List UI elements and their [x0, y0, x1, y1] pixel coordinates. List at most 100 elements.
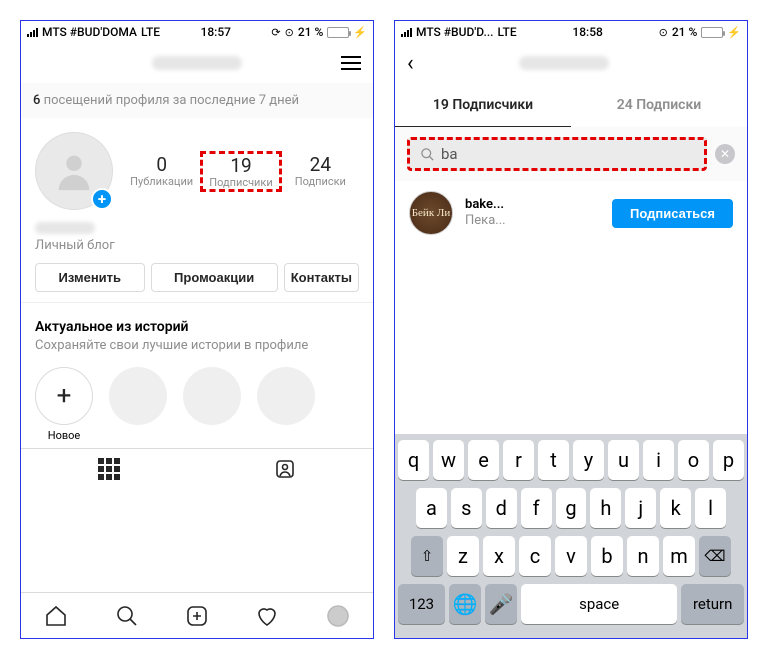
- search-input[interactable]: ba: [407, 137, 707, 171]
- tab-tagged[interactable]: [197, 449, 373, 488]
- profile-visits-strip[interactable]: 6 посещений профиля за последние 7 дней: [21, 83, 373, 118]
- nav-activity[interactable]: [232, 593, 302, 638]
- stat-posts[interactable]: 0 Публикации: [123, 151, 200, 192]
- profile-header: + 0 Публикации 19 Подписчики 24 Подписки: [21, 118, 373, 210]
- tab-grid[interactable]: [21, 449, 197, 488]
- follow-tabs: 19 Подписчики 24 Подписки: [395, 83, 747, 127]
- carrier-text: MTS #BUD'D...: [416, 25, 494, 39]
- battery-icon: [701, 27, 723, 38]
- nav-home[interactable]: [21, 593, 91, 638]
- nav-search[interactable]: [91, 593, 161, 638]
- key-r[interactable]: r: [503, 440, 534, 480]
- key-c[interactable]: c: [519, 536, 551, 576]
- search-icon: [420, 147, 435, 162]
- highlight-placeholder: [257, 367, 315, 425]
- profile-stats: 0 Публикации 19 Подписчики 24 Подписки: [123, 151, 359, 192]
- key-l[interactable]: l: [695, 488, 726, 528]
- add-post-icon: [185, 604, 209, 628]
- keyboard: q w e r t y u i o p a s d f g h j k l ⇧ …: [395, 434, 747, 638]
- display-name-blurred: [35, 222, 95, 234]
- alarm-icon: ⊙: [659, 26, 668, 39]
- person-icon: [51, 148, 97, 194]
- tab-following[interactable]: 24 Подписки: [571, 83, 747, 127]
- promotions-button[interactable]: Промоакции: [151, 263, 278, 292]
- key-numbers[interactable]: 123: [398, 584, 445, 624]
- key-globe[interactable]: 🌐: [449, 584, 481, 624]
- tagged-icon: [273, 457, 297, 481]
- heart-icon: [255, 604, 279, 628]
- phone-followers: MTS #BUD'D... LTE 18:58 ⊙ 21 % ⚡ ‹ 19 По…: [394, 20, 748, 639]
- key-o[interactable]: o: [678, 440, 709, 480]
- keyboard-row-2: a s d f g h j k l: [398, 488, 744, 528]
- key-e[interactable]: e: [468, 440, 499, 480]
- clear-search-button[interactable]: ✕: [715, 144, 735, 164]
- key-return[interactable]: return: [681, 584, 744, 624]
- signal-icon: [27, 27, 38, 37]
- back-button[interactable]: ‹: [407, 51, 414, 76]
- key-t[interactable]: t: [538, 440, 569, 480]
- key-n[interactable]: n: [627, 536, 659, 576]
- nav-bar: ‹: [395, 43, 747, 83]
- highlight-new-label: Новое: [35, 429, 93, 442]
- follower-fullname: Пека...: [465, 213, 600, 229]
- stat-following[interactable]: 24 Подписки: [282, 151, 359, 192]
- bottom-nav: [21, 592, 373, 638]
- highlight-placeholder: [183, 367, 241, 425]
- key-i[interactable]: i: [643, 440, 674, 480]
- key-p[interactable]: p: [713, 440, 744, 480]
- key-u[interactable]: u: [608, 440, 639, 480]
- key-mic[interactable]: 🎤: [485, 584, 517, 624]
- key-m[interactable]: m: [663, 536, 695, 576]
- key-j[interactable]: j: [625, 488, 656, 528]
- highlight-new[interactable]: + Новое: [35, 367, 93, 442]
- visits-count: 6: [33, 93, 40, 108]
- stat-followers[interactable]: 19 Подписчики: [200, 151, 281, 192]
- key-v[interactable]: v: [555, 536, 587, 576]
- follow-button[interactable]: Подписаться: [612, 199, 733, 228]
- add-story-badge[interactable]: +: [91, 188, 113, 210]
- tab-followers[interactable]: 19 Подписчики: [395, 83, 571, 127]
- menu-icon[interactable]: [341, 56, 361, 70]
- key-a[interactable]: a: [416, 488, 447, 528]
- status-bar: MTS #BUD'DOMA LTE 18:57 ⟳ ⊙ 21 % ⚡: [21, 21, 373, 43]
- edit-profile-button[interactable]: Изменить: [35, 263, 145, 292]
- key-z[interactable]: z: [447, 536, 479, 576]
- rotation-lock-icon: ⟳: [271, 26, 280, 39]
- clock: 18:58: [572, 25, 602, 39]
- key-b[interactable]: b: [591, 536, 623, 576]
- network-text: LTE: [141, 25, 160, 39]
- key-x[interactable]: x: [483, 536, 515, 576]
- key-y[interactable]: y: [573, 440, 604, 480]
- network-text: LTE: [498, 25, 517, 39]
- key-k[interactable]: k: [660, 488, 691, 528]
- highlights-subtitle: Сохраняйте свои лучшие истории в профиле: [35, 337, 359, 355]
- home-icon: [44, 604, 68, 628]
- nav-add[interactable]: [162, 593, 232, 638]
- bio-category: Личный блог: [35, 238, 359, 253]
- battery-pct: 21 %: [298, 25, 323, 39]
- key-s[interactable]: s: [451, 488, 482, 528]
- key-g[interactable]: g: [556, 488, 587, 528]
- key-h[interactable]: h: [590, 488, 621, 528]
- key-f[interactable]: f: [521, 488, 552, 528]
- highlights-section: Актуальное из историй Сохраняйте свои лу…: [21, 302, 373, 448]
- username-blurred: [519, 56, 609, 70]
- username-blurred: [152, 56, 242, 70]
- feed-tabs: [21, 448, 373, 488]
- phone-profile: MTS #BUD'DOMA LTE 18:57 ⟳ ⊙ 21 % ⚡ 6 пос…: [20, 20, 374, 639]
- key-q[interactable]: q: [398, 440, 429, 480]
- grid-icon: [98, 458, 120, 480]
- key-d[interactable]: d: [486, 488, 517, 528]
- search-bar: ba ✕: [395, 127, 747, 181]
- follower-row[interactable]: Бейк Ли bake... Пека... Подписаться: [395, 181, 747, 245]
- key-backspace[interactable]: ⌫: [699, 536, 731, 576]
- profile-avatar-icon: [326, 604, 350, 628]
- signal-icon: [401, 27, 412, 37]
- key-space[interactable]: space: [521, 584, 677, 624]
- charging-icon: ⚡: [353, 26, 367, 39]
- key-w[interactable]: w: [433, 440, 464, 480]
- contacts-button[interactable]: Контакты: [284, 263, 359, 292]
- charging-icon: ⚡: [727, 26, 741, 39]
- key-shift[interactable]: ⇧: [411, 536, 443, 576]
- nav-profile[interactable]: [303, 593, 373, 638]
